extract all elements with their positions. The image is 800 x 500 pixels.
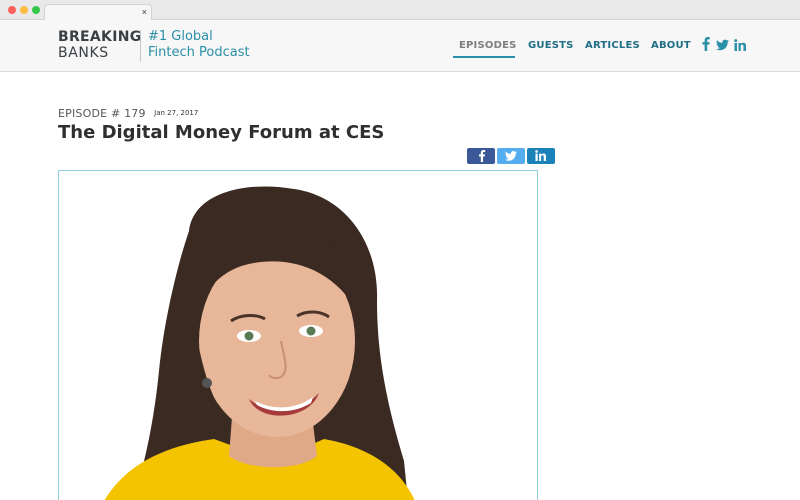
share-twitter-button[interactable] bbox=[497, 148, 525, 164]
browser-tab[interactable]: × bbox=[44, 4, 152, 20]
earring bbox=[202, 378, 212, 388]
maximize-window-button[interactable] bbox=[32, 6, 40, 14]
guest-portrait bbox=[58, 170, 538, 500]
logo-line1: BREAKING bbox=[58, 29, 142, 45]
nav-about[interactable]: ABOUT bbox=[651, 40, 691, 51]
tab-close-icon[interactable]: × bbox=[142, 6, 147, 18]
nav-episodes[interactable]: EPISODES bbox=[459, 40, 517, 51]
facebook-icon[interactable] bbox=[702, 37, 710, 51]
logo-divider bbox=[140, 30, 141, 62]
nav-articles[interactable]: ARTICLES bbox=[585, 40, 640, 51]
site-tagline: #1 Global Fintech Podcast bbox=[148, 29, 250, 61]
share-facebook-button[interactable] bbox=[467, 148, 495, 164]
tagline-line2: Fintech Podcast bbox=[148, 45, 250, 60]
left-iris bbox=[244, 331, 254, 341]
linkedin-icon bbox=[535, 150, 546, 161]
episode-number: EPISODE # 179 bbox=[58, 107, 146, 120]
browser-chrome: × bbox=[0, 0, 800, 20]
twitter-icon bbox=[505, 151, 517, 161]
close-window-button[interactable] bbox=[8, 6, 16, 14]
logo-line2: BANKS bbox=[58, 45, 109, 61]
episode-meta: EPISODE # 179 Jan 27, 2017 bbox=[58, 104, 198, 122]
minimize-window-button[interactable] bbox=[20, 6, 28, 14]
nav-active-underline bbox=[453, 56, 515, 58]
episode-date: Jan 27, 2017 bbox=[154, 109, 199, 117]
right-iris bbox=[306, 326, 316, 336]
share-linkedin-button[interactable] bbox=[527, 148, 555, 164]
guest-photo bbox=[104, 186, 415, 500]
site-header: BREAKING BANKS #1 Global Fintech Podcast… bbox=[0, 20, 800, 72]
linkedin-icon[interactable] bbox=[734, 38, 746, 52]
breaking-banks-logo[interactable]: BREAKING BANKS bbox=[58, 29, 141, 63]
page-title: The Digital Money Forum at CES bbox=[58, 122, 385, 143]
nav-guests[interactable]: GUESTS bbox=[528, 40, 574, 51]
twitter-icon[interactable] bbox=[716, 38, 729, 52]
tagline-line1: #1 Global bbox=[148, 29, 213, 44]
facebook-icon bbox=[479, 150, 486, 162]
